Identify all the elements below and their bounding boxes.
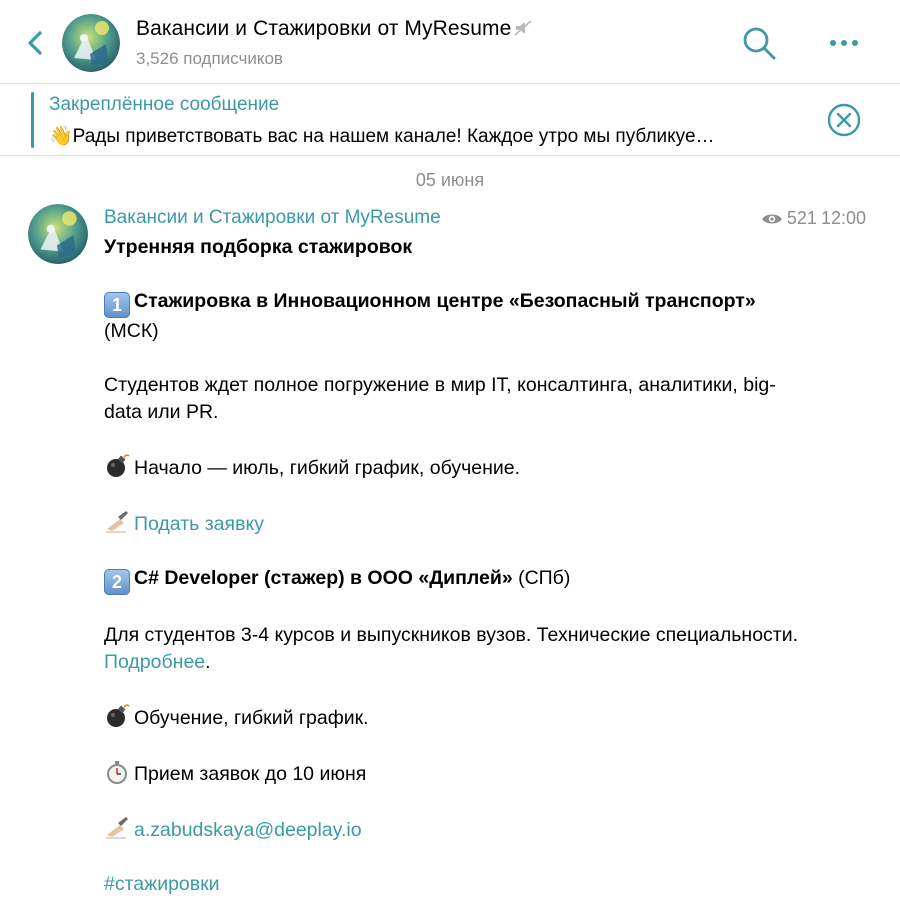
chat-header: Вакансии и Стажировки от MyResume 3,526 … xyxy=(0,0,900,84)
item1-start: Начало — июль, гибкий график, обучение. xyxy=(134,457,521,479)
item1-title: Стажировка в Инновационном центре «Безоп… xyxy=(134,290,756,312)
keycap-2-icon: 2 xyxy=(104,569,130,595)
item1-city: (МСК) xyxy=(104,320,159,342)
message-time: 12:00 xyxy=(820,208,866,228)
keycap-1-icon: 1 xyxy=(104,292,130,318)
bomb-icon xyxy=(107,454,130,477)
writing-hand-icon xyxy=(106,817,128,839)
item2-deadline: Прием заявок до 10 июня xyxy=(134,763,367,785)
subscriber-count: 3,526 подписчиков xyxy=(136,49,283,68)
message-body: Утренняя подборка стажировок 1 Стажировка… xyxy=(104,234,804,898)
channel-logo-icon xyxy=(28,204,88,264)
apply-link[interactable]: Подать заявку xyxy=(134,513,264,535)
muted-icon xyxy=(514,20,532,36)
message-heading: Утренняя подборка стажировок xyxy=(104,236,413,258)
close-circle-icon xyxy=(827,103,861,137)
message-avatar[interactable] xyxy=(28,204,88,264)
bomb-icon xyxy=(107,704,130,727)
item1-start-line: Начало — июль, гибкий график, обучение. xyxy=(104,453,804,482)
item2-description: Для студентов 3-4 курсов и выпускников в… xyxy=(104,622,804,676)
pinned-title: Закреплённое сообщение xyxy=(49,94,280,115)
writing-hand-icon xyxy=(106,511,128,533)
more-details-link[interactable]: Подробнее xyxy=(104,651,205,673)
eye-icon xyxy=(761,214,782,223)
pinned-indicator xyxy=(31,92,34,148)
date-separator: 05 июня xyxy=(415,170,485,190)
more-button[interactable] xyxy=(826,30,862,56)
view-count: 521 xyxy=(786,208,817,228)
item1-title-line: 1 Стажировка в Инновационном центре «Безо… xyxy=(104,288,804,345)
channel-logo-icon xyxy=(62,14,120,72)
email-link[interactable]: a.zabudskaya@deeplay.io xyxy=(134,819,362,841)
search-icon xyxy=(743,27,776,60)
channel-title-text: Вакансии и Стажировки от MyResume xyxy=(136,17,512,40)
more-dots-icon xyxy=(830,40,858,46)
hashtag-line: #стажировки xyxy=(104,871,804,898)
item2-training: Обучение, гибкий график. xyxy=(134,707,369,729)
item2-title-line: 2 C# Developer (стажер) в ООО «Диплей» (С… xyxy=(104,565,804,595)
message-meta: 521 12:00 xyxy=(761,208,866,229)
item2-training-line: Обучение, гибкий график. xyxy=(104,703,804,732)
search-button[interactable] xyxy=(740,24,778,62)
pinned-text: 👋Рады приветствовать вас на нашем канале… xyxy=(49,126,715,147)
channel-title[interactable]: Вакансии и Стажировки от MyResume xyxy=(136,17,532,41)
pinned-close-button[interactable] xyxy=(826,102,862,138)
stopwatch-icon xyxy=(107,761,127,784)
back-button[interactable] xyxy=(22,26,50,60)
item2-email-line: a.zabudskaya@deeplay.io xyxy=(104,815,804,844)
message-sender[interactable]: Вакансии и Стажировки от MyResume xyxy=(104,207,441,229)
hashtag-link[interactable]: #стажировки xyxy=(104,873,220,895)
item1-apply-line: Подать заявку xyxy=(104,509,804,538)
item2-title: C# Developer (стажер) в ООО «Диплей» xyxy=(134,567,513,589)
chevron-left-icon xyxy=(28,31,42,55)
item2-deadline-line: Прием заявок до 10 июня xyxy=(104,759,804,788)
item2-desc-text: Для студентов 3-4 курсов и выпускников в… xyxy=(104,624,799,646)
item1-description: Студентов ждет полное погружение в мир I… xyxy=(104,374,776,423)
pinned-message-bar[interactable]: Закреплённое сообщение 👋Рады приветствов… xyxy=(0,84,900,156)
channel-avatar[interactable] xyxy=(62,14,120,72)
item2-city: (СПб) xyxy=(512,567,571,589)
item2-desc-end: . xyxy=(205,651,211,673)
